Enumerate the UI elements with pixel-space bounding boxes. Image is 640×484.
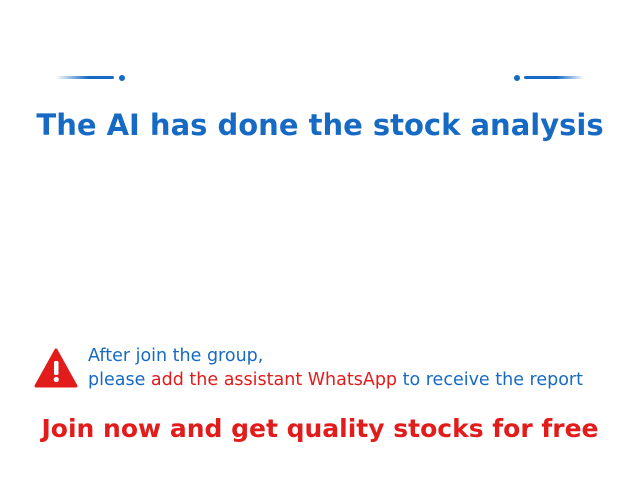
notice-line-2: please add the assistant WhatsApp to rec… (88, 368, 583, 392)
left-ornament-dash (56, 76, 114, 79)
notice-line-1: After join the group, (88, 346, 264, 366)
join-now-call-to-action[interactable]: Join now and get quality stocks for free (0, 414, 640, 443)
notice-text: After join the group, please add the ass… (88, 344, 583, 392)
notice-line-2-prefix: please (88, 370, 151, 390)
notice-line-2-suffix: to receive the report (397, 370, 583, 390)
join-group-notice: After join the group, please add the ass… (34, 344, 634, 394)
add-assistant-whatsapp-text: add the assistant WhatsApp (150, 370, 398, 390)
right-ornament-dash (524, 76, 584, 79)
page-headline: The AI has done the stock analysis (36, 108, 604, 142)
warning-triangle-icon (34, 348, 78, 388)
left-ornament-dot (119, 75, 125, 81)
right-ornament-dot (514, 75, 520, 81)
left-title-ornament (56, 74, 136, 82)
right-title-ornament (514, 74, 594, 82)
